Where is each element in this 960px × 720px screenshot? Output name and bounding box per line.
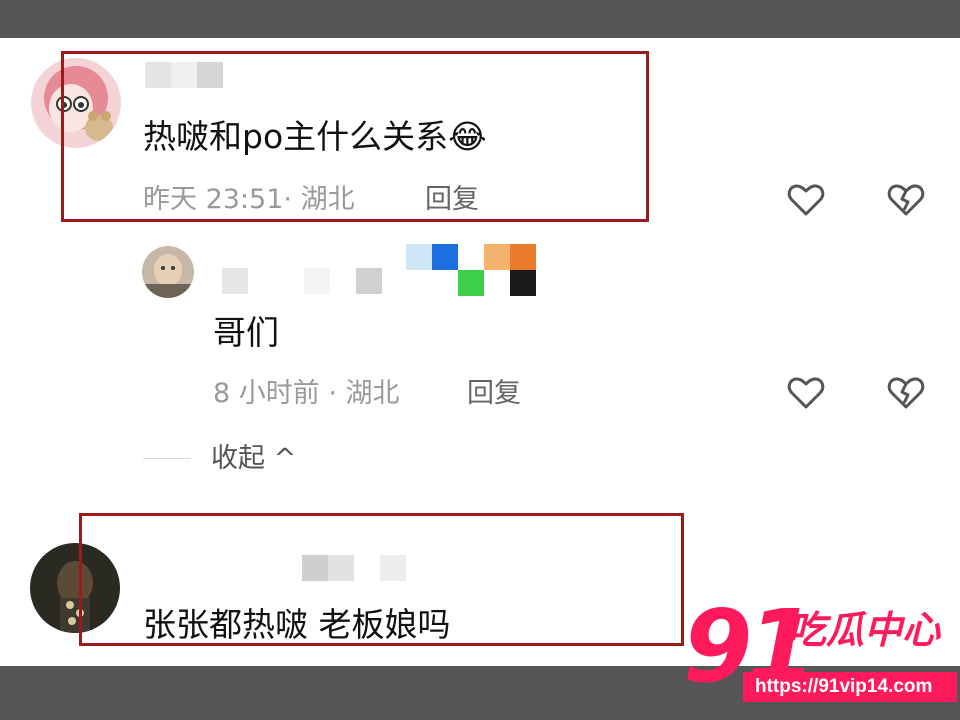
watermark-title: 吃瓜中心 xyxy=(788,608,941,652)
highlight-box xyxy=(79,513,684,646)
comment-text: 哥们 xyxy=(213,313,279,352)
collapse-replies-button[interactable]: 收起 ^ xyxy=(211,445,296,472)
heart-icon[interactable] xyxy=(786,180,826,220)
username-blurred xyxy=(222,268,382,294)
comment-meta: 8 小时前 · 湖北 xyxy=(213,380,400,407)
reply-button[interactable]: 回复 xyxy=(467,380,521,407)
watermark-logo: 91 吃瓜中心 https://91vip14.com xyxy=(683,597,960,707)
collapse-divider xyxy=(143,458,191,459)
avatar[interactable] xyxy=(142,246,194,298)
comment-time: 8 小时前 xyxy=(213,378,320,409)
meta-separator: · xyxy=(328,378,337,409)
emoji-pixels-blurred xyxy=(406,244,536,296)
broken-heart-icon[interactable] xyxy=(886,180,926,220)
highlight-box xyxy=(61,51,649,222)
heart-icon[interactable] xyxy=(786,373,826,413)
watermark-url: https://91vip14.com xyxy=(743,672,957,702)
broken-heart-icon[interactable] xyxy=(886,373,926,413)
comment-location: 湖北 xyxy=(345,378,400,409)
top-bar xyxy=(0,0,960,38)
